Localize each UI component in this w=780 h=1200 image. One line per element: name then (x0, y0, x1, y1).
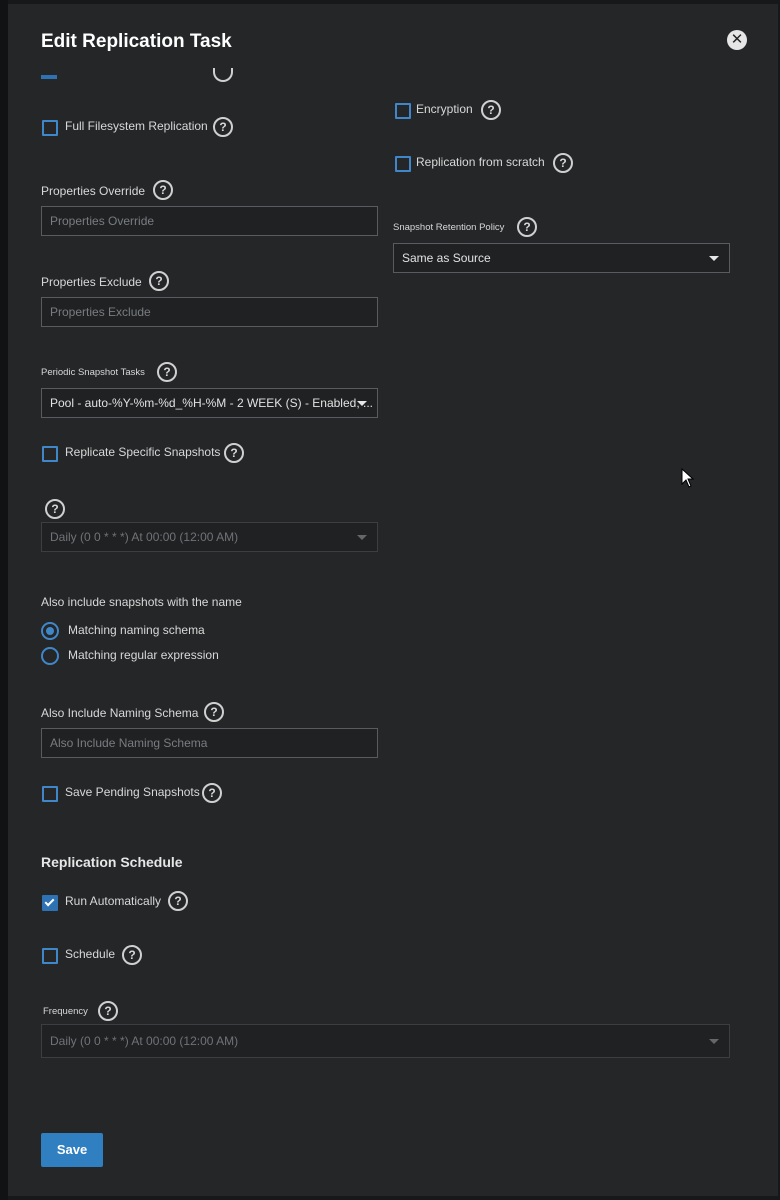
dialog-title: Edit Replication Task (41, 31, 232, 52)
also-include-naming-schema-label: Also Include Naming Schema (41, 706, 199, 720)
encryption-label: Encryption (416, 102, 473, 116)
help-icon[interactable]: ? (204, 702, 224, 722)
snapshot-retention-policy-label: Snapshot Retention Policy (393, 222, 505, 233)
chevron-down-icon (357, 401, 367, 406)
chevron-down-icon (709, 256, 719, 261)
periodic-snapshot-tasks-label: Periodic Snapshot Tasks (41, 367, 145, 378)
run-automatically-label: Run Automatically (65, 894, 162, 908)
help-icon[interactable]: ? (45, 499, 65, 519)
snapshot-retention-policy-value: Same as Source (402, 251, 491, 265)
also-include-naming-schema-input[interactable]: Also Include Naming Schema (41, 728, 378, 758)
chevron-down-icon (709, 1039, 719, 1044)
help-icon[interactable]: ? (213, 117, 233, 137)
replication-from-scratch-label: Replication from scratch (416, 155, 545, 169)
run-automatically-checkbox[interactable] (42, 895, 58, 911)
save-pending-snapshots-checkbox[interactable] (42, 786, 58, 802)
replicate-specific-snapshots-checkbox[interactable] (42, 446, 58, 462)
close-icon[interactable]: ✕ (727, 30, 747, 50)
properties-exclude-input[interactable]: Properties Exclude (41, 297, 378, 327)
help-icon[interactable]: ? (98, 1001, 118, 1021)
schedule-checkbox[interactable] (42, 948, 58, 964)
snapshot-schedule-select: Daily (0 0 * * *) At 00:00 (12:00 AM) (41, 522, 378, 552)
help-icon[interactable]: ? (153, 180, 173, 200)
frequency-label: Frequency (43, 1006, 88, 1017)
save-pending-snapshots-label: Save Pending Snapshots (65, 785, 200, 799)
periodic-snapshot-tasks-select[interactable]: Pool - auto-%Y-%m-%d_%H-%M - 2 WEEK (S) … (41, 388, 378, 418)
help-icon[interactable]: ? (517, 217, 537, 237)
snapshot-retention-policy-select[interactable]: Same as Source (393, 243, 730, 273)
help-icon[interactable]: ? (202, 783, 222, 803)
snapshot-schedule-value: Daily (0 0 * * *) At 00:00 (12:00 AM) (50, 530, 239, 544)
encryption-checkbox[interactable] (395, 103, 411, 119)
frequency-value: Daily (0 0 * * *) At 00:00 (12:00 AM) (50, 1034, 239, 1048)
matching-naming-schema-label: Matching naming schema (68, 623, 205, 637)
include-snapshots-label: Also include snapshots with the name (41, 595, 242, 609)
help-icon[interactable]: ? (224, 443, 244, 463)
help-icon[interactable]: ? (168, 891, 188, 911)
help-icon[interactable]: ? (149, 271, 169, 291)
mouse-cursor-icon (681, 468, 695, 488)
help-icon[interactable]: ? (553, 153, 573, 173)
left-background-strip (0, 0, 8, 1200)
schedule-label: Schedule (65, 947, 116, 961)
help-icon[interactable]: ? (481, 100, 501, 120)
periodic-snapshot-tasks-value: Pool - auto-%Y-%m-%d_%H-%M - 2 WEEK (S) … (50, 396, 373, 410)
scrolled-help-icon-edge[interactable] (213, 68, 233, 82)
properties-override-label: Properties Override (41, 184, 146, 198)
help-icon[interactable]: ? (122, 945, 142, 965)
replicate-specific-snapshots-label: Replicate Specific Snapshots (65, 445, 221, 459)
help-icon[interactable]: ? (157, 362, 177, 382)
matching-regular-expression-label: Matching regular expression (68, 648, 219, 662)
chevron-down-icon (357, 535, 367, 540)
full-filesystem-replication-checkbox[interactable] (42, 120, 58, 136)
matching-regular-expression-radio[interactable] (41, 647, 59, 665)
full-filesystem-replication-label: Full Filesystem Replication (65, 119, 208, 133)
replication-from-scratch-checkbox[interactable] (395, 156, 411, 172)
replication-schedule-heading: Replication Schedule (41, 854, 183, 870)
scrolled-checkbox-edge[interactable] (41, 75, 57, 79)
edit-replication-dialog: Edit Replication Task ✕ Full Filesystem … (8, 4, 778, 1196)
properties-exclude-label: Properties Exclude (41, 275, 142, 289)
frequency-select: Daily (0 0 * * *) At 00:00 (12:00 AM) (41, 1024, 730, 1058)
save-button[interactable]: Save (41, 1133, 103, 1167)
properties-override-input[interactable]: Properties Override (41, 206, 378, 236)
matching-naming-schema-radio[interactable] (41, 622, 59, 640)
